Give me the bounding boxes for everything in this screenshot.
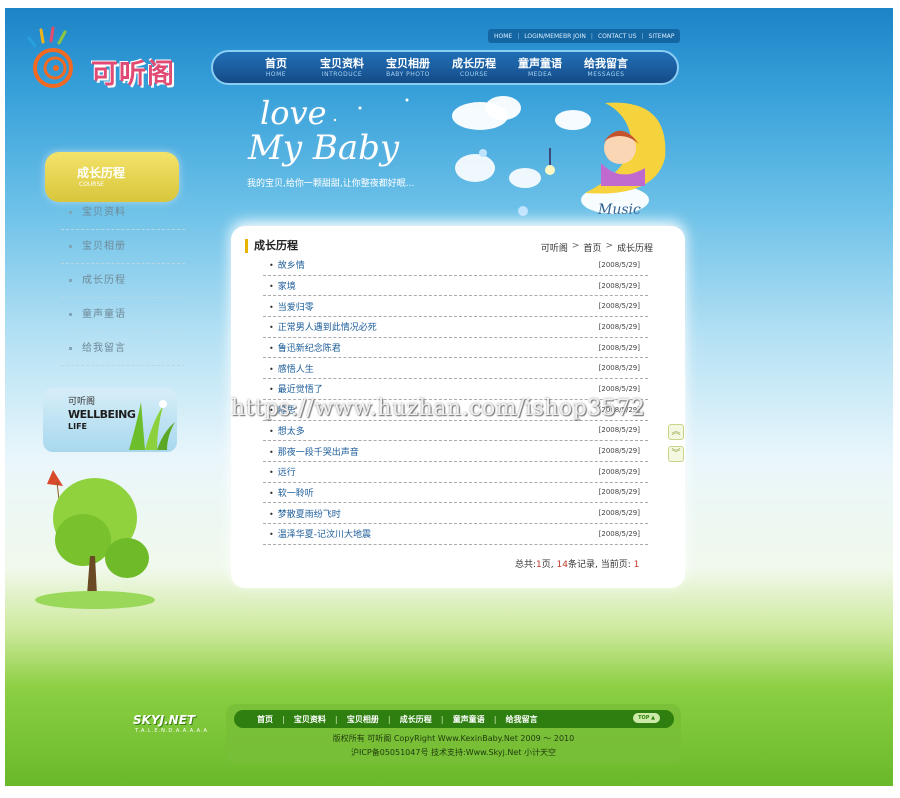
banner-mybaby-text: My Baby [248, 128, 400, 168]
footer-link-messages[interactable]: 给我留言 [497, 714, 547, 725]
bullet-icon [69, 312, 72, 316]
footer-link-photo[interactable]: 宝贝相册 [338, 714, 388, 725]
article-date: [2008/5/29] [598, 426, 640, 435]
footer-link-introduce[interactable]: 宝贝资料 [285, 714, 335, 725]
sidebar-item-introduce[interactable]: 宝贝资料 [61, 196, 185, 230]
article-link[interactable]: 感悟人生 [269, 362, 314, 375]
article-date: [2008/5/29] [598, 467, 640, 476]
scroll-up-icon[interactable]: ︽ [668, 424, 684, 440]
chevron-right-icon: > [571, 241, 580, 251]
footer-icp: 沪ICP备05051047号 技术支持:Www.Skyj.Net 小计天空 [350, 748, 557, 757]
section-title: 成长历程 [245, 239, 298, 253]
wellbeing-card-subheading: LIFE [68, 422, 88, 431]
article-date: [2008/5/29] [598, 281, 640, 290]
footer-nav: 首页 | 宝贝资料 | 宝贝相册 | 成长历程 | 童声童语 | 给我留言 TOP ▲ [234, 710, 674, 728]
back-to-top-button[interactable]: TOP ▲ [633, 713, 660, 723]
article-link[interactable]: 鲁迅新纪念陈君 [269, 341, 341, 354]
article-date: [2008/5/29] [598, 302, 640, 311]
sidebar-title-label: 成长历程 [77, 166, 126, 180]
article-link[interactable]: 故乡情 [269, 258, 305, 271]
sidebar-item-label: 宝贝资料 [82, 207, 126, 218]
bullet-icon [69, 278, 72, 282]
article-date: [2008/5/29] [598, 343, 640, 352]
tree-illustration [35, 470, 155, 609]
pager-total-records: 14 [556, 560, 568, 570]
article-date: [2008/5/29] [598, 529, 640, 538]
article-date: [2008/5/29] [598, 260, 640, 269]
breadcrumb-current: 成长历程 [616, 244, 653, 254]
pager-text: 页, [541, 560, 557, 570]
article-link[interactable]: 想太多 [269, 424, 305, 437]
sidebar-item-photo[interactable]: 宝贝相册 [61, 230, 185, 264]
pagination-summary: 总共:1页, 14条记录, 当前页: 1 [515, 557, 639, 570]
footer-link-home[interactable]: 首页 [248, 714, 282, 725]
footer: 首页 | 宝贝资料 | 宝贝相册 | 成长历程 | 童声童语 | 给我留言 TOP ▲ 版… [226, 704, 681, 764]
list-item: 梦散夏雨纷飞时 [2008/5/29] [263, 503, 648, 524]
sidebar-item-label: 给我留言 [82, 343, 126, 354]
article-link[interactable]: 梦散夏雨纷飞时 [269, 507, 341, 520]
article-link[interactable]: 温泽华夏-记汶川大地震 [269, 527, 371, 540]
scroll-down-icon[interactable]: ︾ [668, 446, 684, 462]
pager-text: 条记录, 当前页: [567, 560, 634, 570]
list-item: 正常男人遇到此情况必死 [2008/5/29] [263, 317, 648, 338]
wellbeing-card: 可听阁 WELLBEING LIFE [43, 388, 177, 452]
sidebar-item-label: 童声童语 [82, 309, 126, 320]
banner-love-text: love [260, 94, 327, 132]
sidebar-item-label: 成长历程 [82, 275, 126, 286]
bullet-icon [69, 210, 72, 214]
list-item: 那夜一段千哭出声音 [2008/5/29] [263, 441, 648, 462]
list-item: 故乡情 [2008/5/29] [263, 255, 648, 276]
scroll-buttons: ︽ ︾ [668, 424, 684, 468]
footer-link-course[interactable]: 成长历程 [391, 714, 441, 725]
article-link[interactable]: 正常男人遇到此情况必死 [269, 320, 377, 333]
list-item: 当爱归零 [2008/5/29] [263, 296, 648, 318]
article-date: [2008/5/29] [598, 447, 640, 456]
sidebar-item-label: 宝贝相册 [82, 241, 126, 252]
banner-music-text: Music [598, 202, 641, 218]
bullet-icon [69, 244, 72, 248]
footer-logo-sub: T.A.L.E.N.D.A.A.A.A.A [135, 728, 208, 734]
sidebar-item-course[interactable]: 成长历程 [61, 264, 185, 298]
article-link[interactable]: 当爱归零 [269, 300, 314, 313]
footer-copyright: 版权所有 可听阁 CopyRight Www.KexinBaby.Net 200… [332, 734, 575, 743]
breadcrumb-home[interactable]: 首页 [583, 241, 601, 254]
sidebar-title-sublabel: COURSE [79, 181, 105, 188]
article-link[interactable]: 远行 [269, 465, 296, 478]
article-link[interactable]: 家境 [269, 279, 296, 292]
article-date: [2008/5/29] [598, 364, 640, 373]
sidebar-title: 成长历程 COURSE [45, 152, 179, 202]
sidebar-item-media[interactable]: 童声童语 [61, 298, 185, 332]
article-date: [2008/5/29] [598, 322, 640, 331]
sidebar-item-messages[interactable]: 给我留言 [61, 332, 185, 366]
chevron-right-icon: > [605, 241, 613, 251]
banner-slogan: 我的宝贝,给你一颗甜甜,让你整夜都好眠... [247, 179, 415, 189]
breadcrumb: 可听阁 > 首页 > 成长历程 [541, 241, 653, 254]
bullet-icon [69, 346, 72, 350]
wellbeing-card-title: 可听阁 [68, 397, 96, 407]
list-item: 感悟人生 [2008/5/29] [263, 358, 648, 380]
article-date: [2008/5/29] [598, 384, 640, 393]
list-item: 远行 [2008/5/29] [263, 462, 648, 483]
footer-link-media[interactable]: 童声童语 [444, 714, 494, 725]
grass-flower-icon [129, 400, 175, 450]
article-date: [2008/5/29] [598, 488, 640, 497]
pager-prefix: 总共: [515, 560, 537, 570]
list-item: 温泽华夏-记汶川大地震 [2008/5/29] [263, 524, 648, 545]
sidebar-menu: 宝贝资料 宝贝相册 成长历程 童声童语 给我留言 [61, 196, 185, 366]
footer-logo: SKYJ.NET [133, 713, 196, 727]
breadcrumb-site[interactable]: 可听阁 [541, 241, 568, 254]
article-link[interactable]: 那夜一段千哭出声音 [269, 445, 359, 458]
article-link[interactable]: 最近觉悟了 [269, 382, 323, 395]
list-item: 鲁迅新纪念陈君 [2008/5/29] [263, 338, 648, 359]
page-frame: 可听阁 HOME | LOGIN/MEMEBR JOIN | CONTACT U… [5, 8, 893, 786]
list-item: 家境 [2008/5/29] [263, 276, 648, 297]
pager-current-page: 1 [633, 560, 640, 570]
list-item: 软一聆听 [2008/5/29] [263, 483, 648, 504]
watermark-text: https://www.huzhan.com/ishop3572 [231, 396, 646, 421]
article-link[interactable]: 软一聆听 [269, 486, 314, 499]
list-item: 想太多 [2008/5/29] [263, 421, 648, 442]
article-date: [2008/5/29] [598, 509, 640, 518]
